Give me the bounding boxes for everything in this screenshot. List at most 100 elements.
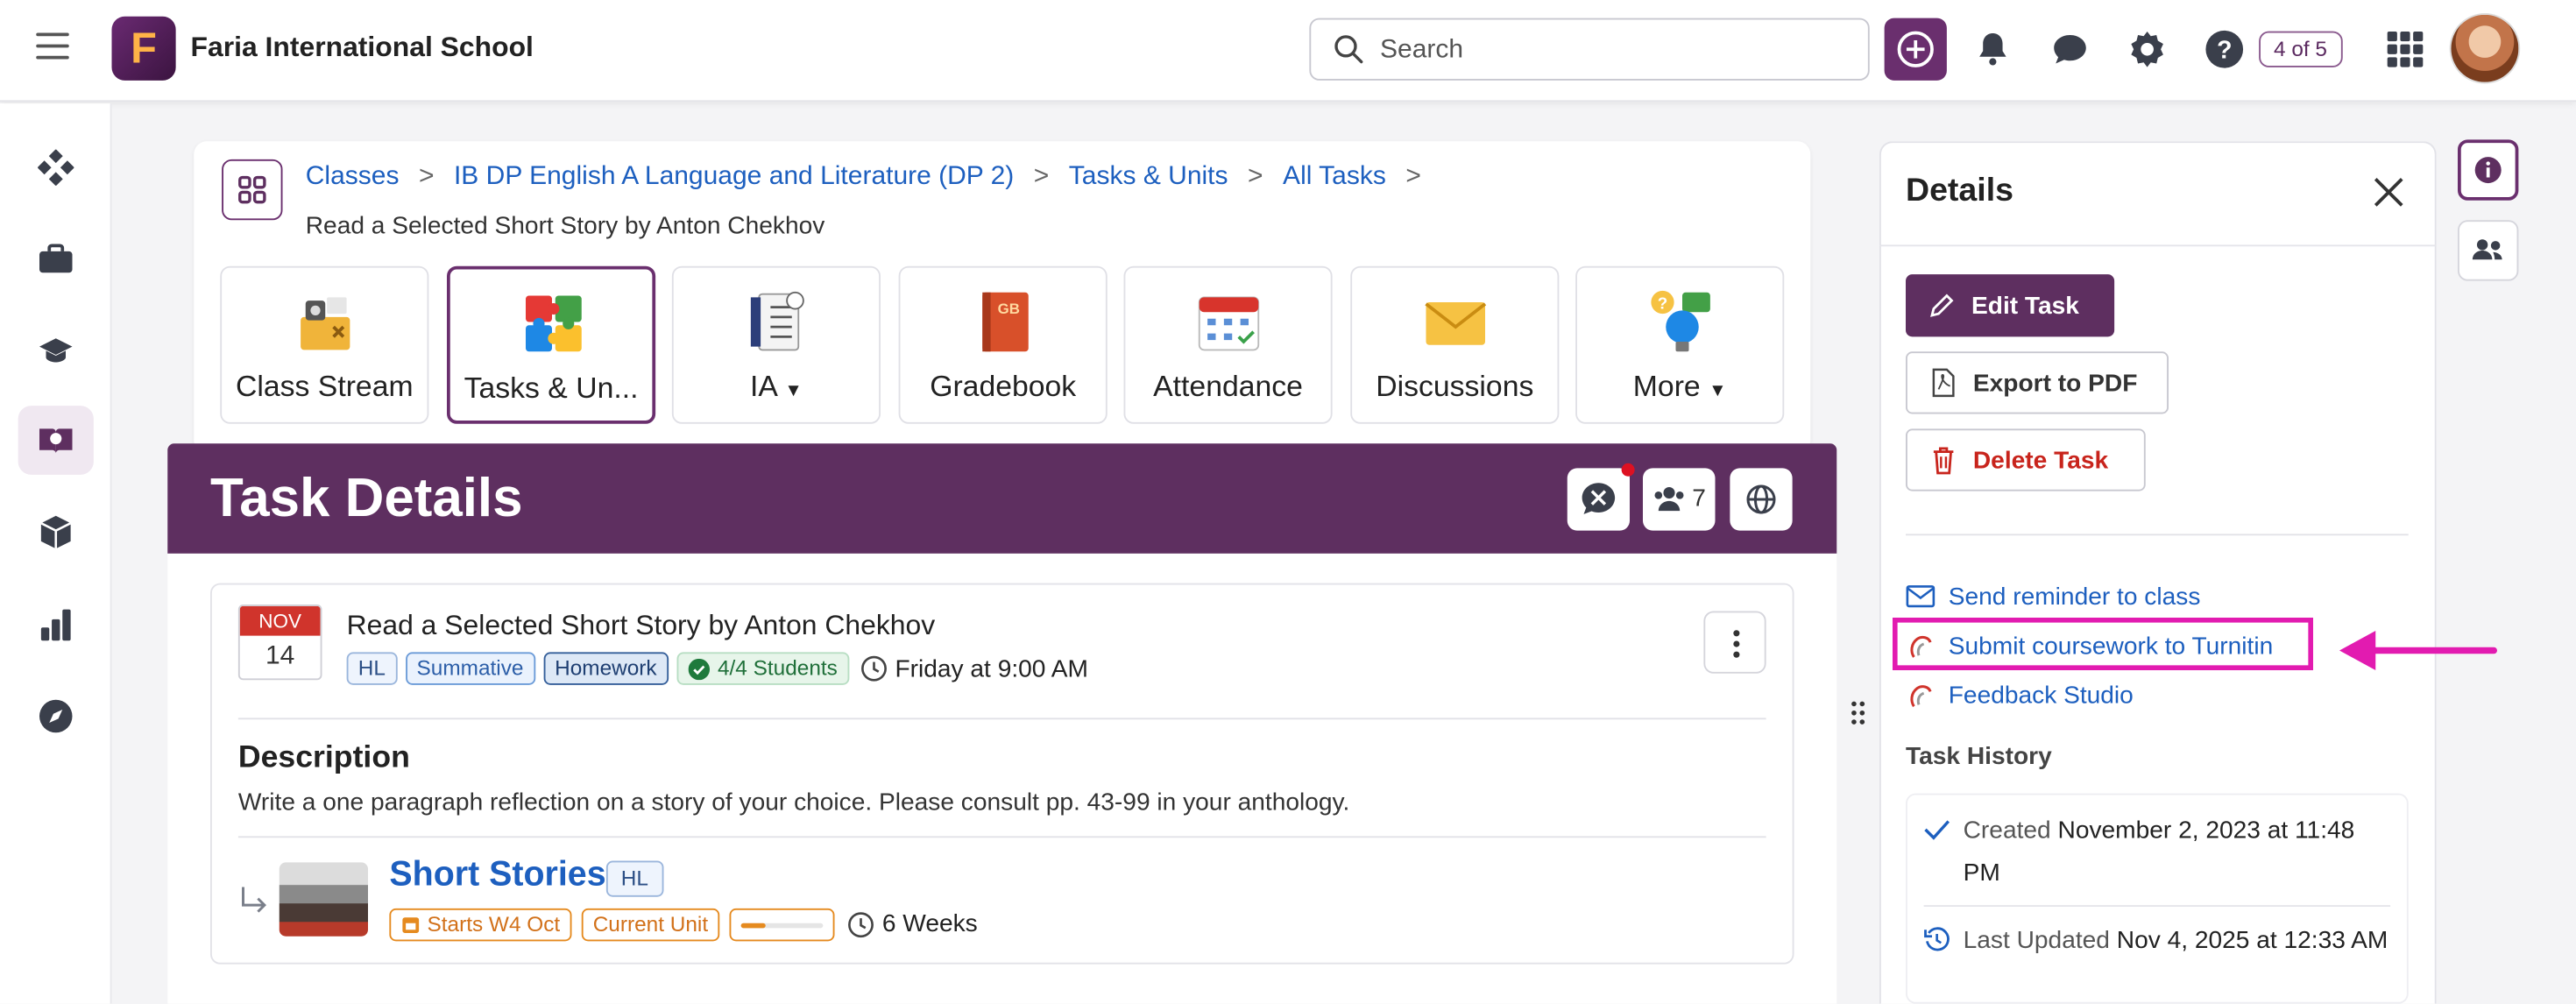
breadcrumb-all-tasks[interactable]: All Tasks	[1283, 163, 1386, 191]
create-button[interactable]	[1884, 18, 1947, 81]
unit-status-tag: Current Unit	[581, 907, 720, 941]
class-menu-button[interactable]	[222, 159, 283, 221]
help-icon[interactable]: ?	[2203, 28, 2246, 71]
due-date-badge: NOV 14	[237, 605, 322, 681]
turnitin-icon	[1910, 685, 1932, 708]
task-options-button[interactable]	[1703, 611, 1766, 674]
school-name[interactable]: Faria International School	[191, 32, 534, 65]
speech-bubble-icon	[1582, 483, 1616, 514]
due-time: Friday at 9:00 AM	[860, 654, 1088, 682]
send-reminder-link[interactable]: Send reminder to class	[1906, 578, 2200, 614]
help-pager[interactable]: 4 of 5	[2259, 31, 2342, 67]
tile-discussions[interactable]: Discussions	[1350, 265, 1560, 424]
svg-text:?: ?	[2217, 36, 2232, 64]
unit-level-tag: HL	[605, 860, 663, 897]
nav-units[interactable]	[18, 498, 94, 567]
info-panel-button[interactable]	[2458, 139, 2519, 201]
calendar-small-icon	[402, 916, 420, 933]
divider	[1923, 905, 2391, 907]
unit-progress-bar	[729, 907, 835, 941]
graduation-cap-icon	[39, 338, 73, 363]
chevron-right-icon: >	[418, 162, 435, 191]
close-icon[interactable]	[2371, 174, 2407, 210]
breadcrumb-classes[interactable]: Classes	[306, 163, 400, 191]
envelope-icon	[1425, 302, 1487, 345]
svg-text:?: ?	[1658, 294, 1667, 313]
gear-icon[interactable]	[2126, 28, 2169, 71]
chevron-right-icon: >	[1248, 162, 1263, 191]
caret-down-icon: ▼	[1709, 381, 1727, 401]
clock-icon	[860, 655, 887, 682]
task-kind-tag: Homework	[542, 652, 669, 685]
bell-icon[interactable]	[1971, 28, 2014, 71]
check-circle-icon	[688, 657, 710, 680]
pointer-arrow-annotation	[2339, 631, 2497, 670]
calendar-icon	[1198, 296, 1260, 351]
page-title: Task Details	[210, 466, 523, 527]
history-created: Created November 2, 2023 at 11:48 PM	[1963, 816, 2355, 887]
apps-grid-icon[interactable]	[2384, 28, 2427, 71]
faria-logo[interactable]: F	[111, 16, 176, 81]
level-tag: HL	[346, 652, 398, 685]
chat-icon[interactable]	[2049, 28, 2091, 71]
due-day: 14	[265, 642, 295, 670]
task-details-header: Task Details 7	[167, 443, 1837, 554]
tile-attendance[interactable]: Attendance	[1123, 265, 1333, 424]
people-panel-button[interactable]	[2458, 220, 2519, 281]
nav-reports[interactable]	[18, 590, 94, 659]
due-month: NOV	[239, 605, 321, 636]
details-title: Details	[1906, 172, 2013, 209]
menu-icon[interactable]	[36, 32, 69, 63]
users-icon	[1654, 486, 1684, 512]
tile-ia[interactable]: IA ▼	[671, 265, 881, 424]
search-input[interactable]: Search	[1309, 18, 1870, 81]
edit-task-button[interactable]: Edit Task	[1906, 274, 2115, 337]
top-bar: F Faria International School Search ? 4 …	[0, 0, 2576, 103]
unit-meta: Starts W4 Oct Current Unit 6 Weeks	[389, 907, 978, 941]
diamond-grid-icon	[38, 149, 74, 186]
search-placeholder: Search	[1380, 36, 1464, 65]
breadcrumb: Classes > IB DP English A Language and Lit…	[306, 163, 1441, 193]
nav-classes[interactable]	[18, 406, 94, 475]
nav-explore[interactable]	[18, 682, 94, 751]
drag-handle-icon[interactable]	[1850, 700, 1866, 726]
info-icon	[2474, 157, 2502, 184]
task-title: Read a Selected Short Story by Anton Che…	[346, 609, 936, 641]
export-pdf-button[interactable]: Export to PDF	[1906, 351, 2169, 414]
feedback-studio-link[interactable]: Feedback Studio	[1906, 677, 2134, 713]
participants-button[interactable]: 7	[1643, 468, 1716, 531]
nav-dashboard[interactable]	[18, 133, 94, 202]
users-icon	[2472, 239, 2502, 260]
delete-task-button[interactable]: Delete Task	[1906, 428, 2146, 491]
tile-class-stream[interactable]: Class Stream	[220, 265, 429, 424]
assessment-type-tag: Summative	[405, 652, 535, 685]
breadcrumb-class[interactable]: IB DP English A Language and Literature …	[454, 163, 1014, 191]
students-tag[interactable]: 4/4 Students	[676, 652, 849, 685]
chevron-right-icon: >	[1405, 162, 1421, 191]
unit-thumbnail[interactable]	[279, 862, 368, 937]
puzzle-icon	[526, 295, 582, 352]
nav-academics[interactable]	[18, 317, 94, 386]
unit-title-link[interactable]: Short Stories	[389, 856, 605, 895]
turnitin-status-button[interactable]	[1567, 463, 1635, 531]
unit-progress-fill	[740, 922, 766, 928]
tile-label: Class Stream	[236, 369, 414, 403]
tile-gradebook[interactable]: GB Gradebook	[898, 265, 1108, 424]
nav-portfolio[interactable]	[18, 225, 94, 294]
students-count: 4/4 Students	[717, 655, 838, 681]
pdf-file-icon	[1932, 368, 1955, 398]
pencil-icon	[1930, 293, 1954, 317]
tile-tasks-units[interactable]: Tasks & Un...	[447, 265, 656, 424]
user-avatar[interactable]	[2449, 13, 2521, 84]
tile-label: Attendance	[1153, 369, 1303, 403]
tile-label: IA ▼	[749, 369, 803, 403]
language-button[interactable]	[1730, 468, 1793, 531]
tile-label: Tasks & Un...	[464, 371, 639, 405]
tile-more[interactable]: ? More ▼	[1575, 265, 1785, 424]
grid-icon	[238, 175, 266, 204]
subdirectory-arrow-icon	[242, 887, 266, 913]
left-nav-rail	[0, 103, 112, 1004]
breadcrumb-tasks-units[interactable]: Tasks & Units	[1069, 163, 1228, 191]
globe-icon	[1746, 484, 1776, 514]
trash-icon	[1933, 447, 1954, 475]
